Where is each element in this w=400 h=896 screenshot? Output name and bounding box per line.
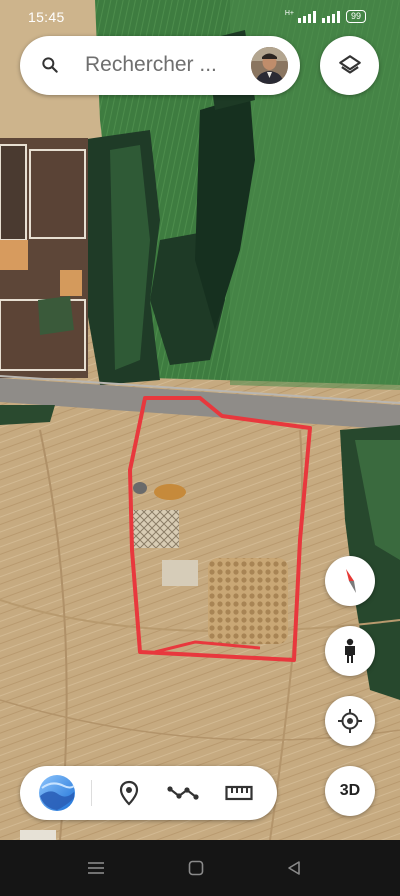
- measure-button[interactable]: [222, 766, 256, 820]
- google-earth-logo: [39, 775, 75, 811]
- signal-icon-2: [321, 10, 340, 23]
- ruler-icon: [225, 785, 253, 801]
- my-location-button[interactable]: [325, 696, 375, 746]
- compass-icon: [346, 569, 356, 593]
- compass-button[interactable]: [325, 556, 375, 606]
- pegman-icon: [345, 638, 355, 663]
- system-nav-bar: [0, 840, 400, 896]
- network-type: H+: [284, 10, 294, 17]
- 3d-button[interactable]: 3D: [325, 766, 375, 816]
- avatar[interactable]: [251, 47, 288, 84]
- signal-icon: [297, 10, 316, 23]
- home-icon[interactable]: [186, 858, 206, 878]
- street-view-button[interactable]: [325, 626, 375, 676]
- status-time: 15:45: [28, 9, 65, 25]
- toolbar-divider: [91, 780, 92, 806]
- my-location-icon: [338, 709, 362, 733]
- search-bar[interactable]: Rechercher ...: [20, 36, 300, 95]
- profile-photo: [251, 47, 288, 84]
- layers-button[interactable]: [320, 36, 379, 95]
- status-icons: H+ 99: [285, 10, 366, 23]
- battery-icon: 99: [345, 10, 366, 23]
- layers-icon: [338, 54, 361, 74]
- add-place-button[interactable]: [114, 766, 144, 820]
- 3d-label[interactable]: 3D: [340, 782, 360, 800]
- back-icon[interactable]: [284, 858, 304, 878]
- google-earth-button[interactable]: [28, 766, 86, 820]
- bottom-toolbar: [20, 766, 277, 820]
- path-icon: [167, 786, 199, 800]
- draw-path-button[interactable]: [166, 766, 200, 820]
- status-bar: 15:45 H+ 99: [0, 0, 400, 34]
- menu-icon[interactable]: [86, 858, 106, 878]
- search-icon[interactable]: [40, 55, 60, 75]
- search-placeholder[interactable]: Rechercher ...: [85, 53, 217, 77]
- place-pin-icon: [119, 780, 139, 806]
